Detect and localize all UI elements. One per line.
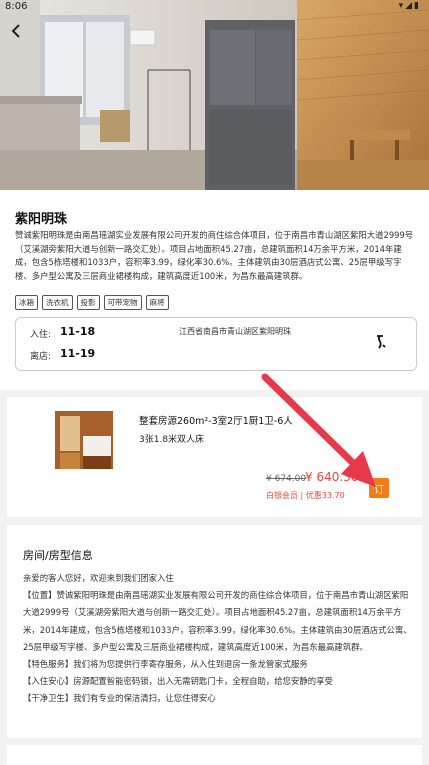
hotel-name: 紫阳明珠 — [15, 212, 68, 227]
status-time: 8:06 — [5, 1, 28, 12]
system-icons: ▾◢▮ — [398, 1, 421, 11]
hotel-info-card: 紫阳明珠 赞诚紫阳明珠是由南昌瑶湖实业发展有限公司开发的商住综合体项目，位于南昌… — [0, 190, 429, 390]
tag-washer: 洗衣机 — [42, 295, 73, 310]
greeting-text: 亲爱的客人您好，欢迎来到我们团家入住 — [23, 573, 174, 583]
room-info-card: 房间/房型信息 亲爱的客人您好，欢迎来到我们团家入住 【位置】赞诚紫阳明珠是由南… — [7, 525, 422, 738]
safety-text: 【入住安心】房源配置智能密码锁，出入无需钥匙门卡，全程自助，给您安静的享受 — [23, 676, 333, 687]
section-title: 房间/房型信息 — [23, 549, 93, 562]
checkin-date[interactable]: 11-18 — [60, 325, 95, 338]
date-box[interactable]: 入住: 11-18 离店: 11-19 江西省南昌市青山湖区紫阳明珠 — [15, 317, 417, 371]
checkout-date[interactable]: 11-19 — [60, 347, 95, 360]
discount-price: ¥ 640.30 — [305, 470, 359, 484]
tag-mahjong: 麻将 — [145, 295, 169, 310]
hotel-address: 江西省南昌市青山湖区紫阳明珠 — [179, 327, 291, 336]
room-name: 整套房源260m²-3室2厅1厨1卫-6人 — [139, 416, 293, 427]
tag-pets: 可带宠物 — [103, 295, 142, 310]
room-thumbnail[interactable] — [55, 411, 113, 469]
room-card[interactable]: 整套房源260m²-3室2厅1厨1卫-6人 3张1.8米双人床 ¥ 674.00… — [7, 397, 422, 517]
location-text: 【位置】赞诚紫阳明珠是由南昌瑶湖实业发展有限公司开发的商住综合体项目，位于南昌市… — [23, 590, 412, 652]
amenity-tags: 冰箱 洗衣机 投影 可带宠物 麻将 — [15, 295, 169, 310]
room-beds: 3张1.8米双人床 — [139, 435, 205, 445]
back-icon[interactable] — [6, 20, 28, 42]
checkin-label: 入住: — [30, 330, 52, 340]
tag-projector: 投影 — [76, 295, 100, 310]
status-bar: 8:06 ▾◢▮ — [0, 0, 429, 14]
hotel-photo[interactable] — [0, 0, 429, 190]
original-price: ¥ 674.00 — [266, 474, 307, 484]
checkout-label: 离店: — [30, 352, 52, 362]
feature-text: 【特色服务】我们将为您提供行李寄存服务，从入住到退房一条龙管家式服务 — [23, 659, 308, 670]
tag-fridge: 冰箱 — [15, 295, 38, 310]
book-button[interactable]: 订 — [369, 478, 389, 498]
room-info-body: 亲爱的客人您好，欢迎来到我们团家入住 【位置】赞诚紫阳明珠是由南昌瑶湖实业发展有… — [23, 570, 413, 708]
clean-text: 【干净卫生】我们有专业的保洁清扫，让您住得安心 — [23, 693, 216, 704]
hotel-description: 赞诚紫阳明珠是由南昌瑶湖实业发展有限公司开发的商住综合体项目，位于南昌市青山湖区… — [15, 230, 414, 281]
navigation-icon[interactable] — [370, 332, 390, 352]
member-discount: 白银会员 | 优惠33.70 — [266, 491, 345, 500]
next-card — [7, 745, 422, 765]
